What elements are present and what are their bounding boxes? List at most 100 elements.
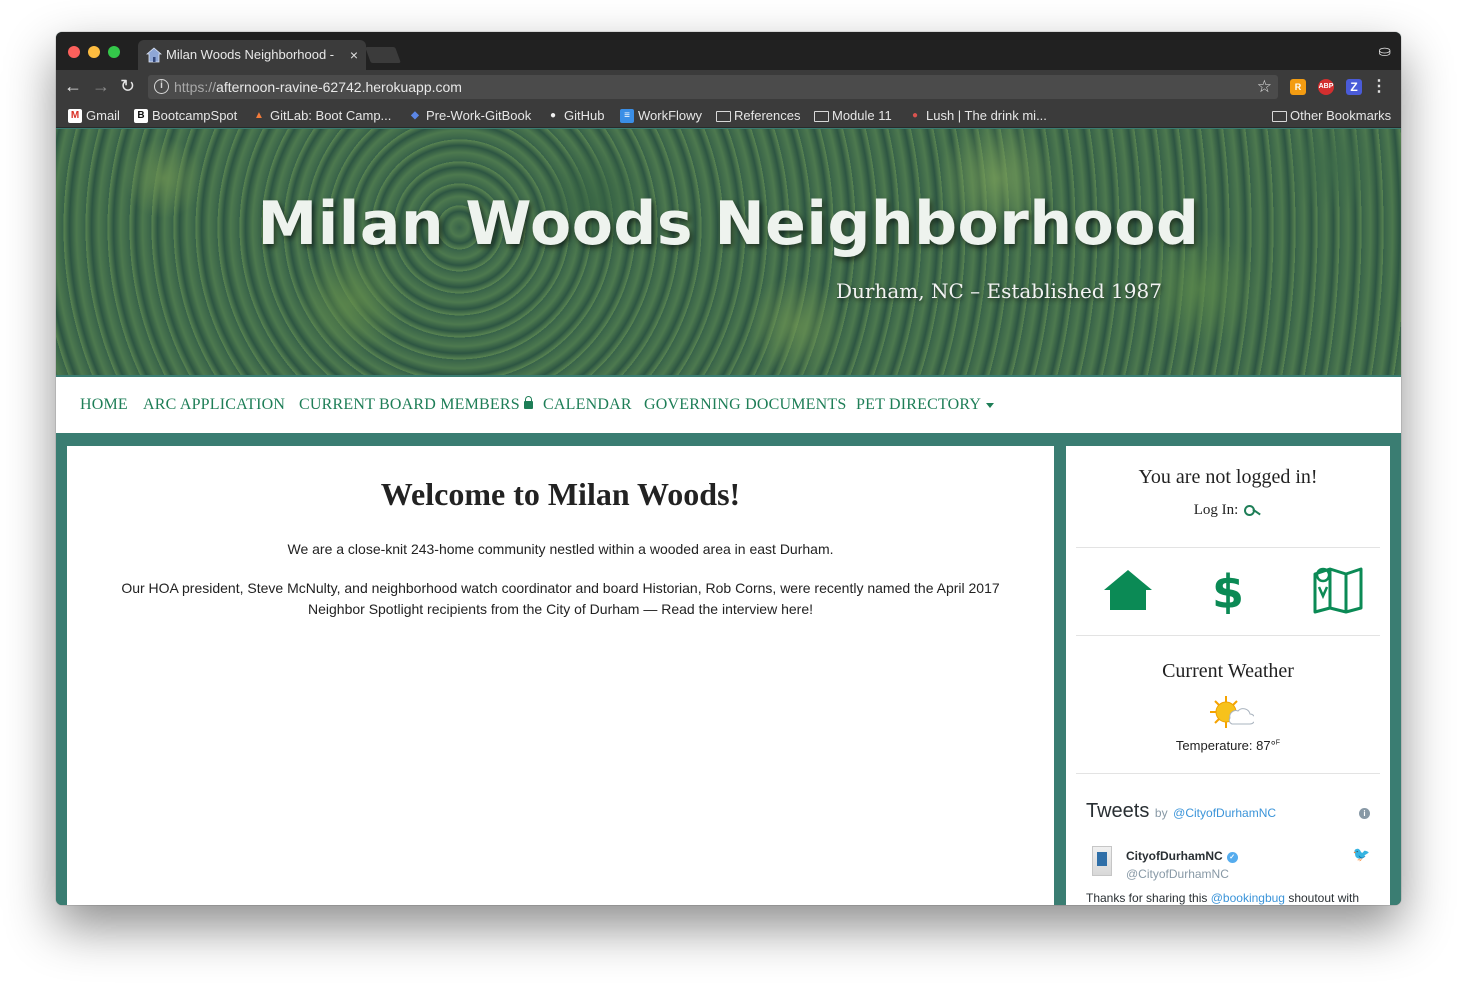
adblock-icon[interactable]: ABP (1318, 79, 1334, 95)
bookmark-other-bookmarks[interactable]: Other Bookmarks (1272, 108, 1391, 124)
bookmark-star-icon[interactable]: ☆ (1257, 75, 1272, 99)
login-label: Log In: (1193, 502, 1239, 518)
bookmarks-bar: M Gmail B BootcampSpot ▲ GitLab: Boot Camp.… (56, 104, 1401, 128)
bookmark-label: GitHub (564, 108, 605, 123)
folder-icon (1272, 111, 1287, 122)
maximize-window-button[interactable] (108, 46, 120, 58)
new-tab-button[interactable] (365, 47, 401, 63)
bookmark-workflowy[interactable]: ≡ WorkFlowy (620, 108, 702, 124)
tweet-author-handle[interactable]: @CityofDurhamNC (1126, 867, 1229, 881)
tab-close-icon[interactable]: × (350, 40, 358, 70)
gitbook-icon: ◆ (411, 110, 419, 121)
site-subtitle: Durham, NC – Established 1987 (836, 279, 1162, 303)
folder-icon (716, 111, 731, 122)
temperature-unit: F (1275, 739, 1281, 747)
bookmark-github[interactable]: ● GitHub (546, 108, 605, 124)
extension-z-icon[interactable]: Z (1346, 79, 1362, 95)
divider (1076, 547, 1380, 548)
bookmark-gitbook[interactable]: ◆ Pre-Work-GitBook (408, 108, 531, 124)
tweets-title: Tweets (1086, 800, 1150, 822)
bookmark-label: Pre-Work-GitBook (426, 108, 532, 123)
url-host: afternoon-ravine-62742.herokuapp.com (216, 79, 462, 95)
profile-icon[interactable]: ⛀ (1378, 42, 1391, 60)
main-nav: HOME ARC APPLICATION CURRENT BOARD MEMBE… (56, 375, 1401, 433)
nav-pet-directory[interactable]: PET DIRECTORY (856, 396, 995, 414)
nav-label: CURRENT BOARD MEMBERS (299, 396, 520, 413)
tweet-author-name: CityofDurhamNC (1126, 849, 1223, 863)
tweets-header: Tweets by @CityofDurhamNC (1086, 800, 1276, 823)
back-arrow-icon[interactable]: ← (64, 76, 82, 96)
github-icon: ● (549, 110, 557, 121)
map-icon[interactable] (1312, 566, 1364, 614)
nav-calendar[interactable]: CALENDAR (543, 396, 632, 414)
divider (1076, 635, 1380, 636)
web-page: Milan Woods Neighborhood Durham, NC – Es… (56, 129, 1401, 905)
nav-home[interactable]: HOME (80, 396, 128, 414)
bookmark-module-11[interactable]: Module 11 (814, 108, 892, 124)
main-content: Welcome to Milan Woods! We are a close-k… (67, 446, 1054, 905)
weather-title: Current Weather (1162, 660, 1294, 682)
reload-icon[interactable]: ↻ (120, 76, 135, 96)
tab-strip: Milan Woods Neighborhood - × ⛀ (56, 32, 1401, 70)
tab-title: Milan Woods Neighborhood - (166, 47, 335, 62)
workflowy-icon: ≡ (620, 109, 634, 123)
forward-arrow-icon[interactable]: → (92, 76, 110, 96)
info-icon[interactable]: i (1359, 808, 1370, 819)
lock-icon (523, 396, 533, 409)
tweet-text-suffix: shoutout with (1284, 891, 1360, 905)
bookmark-references[interactable]: References (716, 108, 800, 124)
nav-current-board-members[interactable]: CURRENT BOARD MEMBERS (299, 396, 533, 414)
browser-tab-active[interactable]: Milan Woods Neighborhood - × (138, 40, 366, 70)
bookmark-label: WorkFlowy (638, 108, 703, 123)
page-heading: Welcome to Milan Woods! (380, 476, 741, 512)
extension-r-icon[interactable]: R (1290, 79, 1306, 95)
verified-icon: ✓ (1226, 852, 1238, 863)
temperature-value: Temperature: 87° (1175, 738, 1276, 753)
bookmark-label: BootcampSpot (152, 108, 238, 123)
svg-text:$: $ (1212, 566, 1244, 614)
lush-icon: ● (911, 110, 919, 121)
nav-governing-documents[interactable]: GOVERNING DOCUMENTS (644, 396, 846, 414)
hero-banner: Milan Woods Neighborhood Durham, NC – Es… (56, 129, 1401, 375)
temperature: Temperature: 87°F (1066, 738, 1390, 753)
partly-sunny-icon (1210, 696, 1254, 728)
tweet-author[interactable]: CityofDurhamNC ✓ (1126, 849, 1238, 863)
bookmark-label: Gmail (86, 108, 120, 123)
tweets-handle-link[interactable]: @CityofDurhamNC (1173, 806, 1276, 820)
bookmark-label: Other Bookmarks (1290, 108, 1392, 123)
bookmark-label: Lush | The drink mi... (926, 108, 1047, 123)
tweet-text: Thanks for sharing this @bookingbug shou… (1086, 891, 1359, 905)
bookmark-gitlab[interactable]: ▲ GitLab: Boot Camp... (252, 108, 391, 124)
bookmark-gmail[interactable]: M Gmail (68, 108, 120, 124)
bootcampspot-icon: B (134, 109, 148, 123)
bookmark-label: References (734, 108, 801, 123)
house-favicon-icon (146, 47, 162, 63)
caret-down-icon (986, 402, 995, 408)
gmail-icon: M (68, 109, 82, 123)
address-bar[interactable]: i https://afternoon-ravine-62742.herokua… (148, 75, 1278, 99)
sidebar: You are not logged in! Log In: $ Current… (1066, 446, 1390, 905)
login-link[interactable]: Log In: (1066, 502, 1390, 519)
twitter-bird-icon[interactable]: 🐦 (1353, 846, 1370, 863)
tweet-avatar[interactable] (1092, 846, 1112, 876)
bookmark-label: GitLab: Boot Camp... (270, 108, 392, 123)
bookmark-bootcampspot[interactable]: B BootcampSpot (134, 108, 237, 124)
site-title: Milan Woods Neighborhood (257, 189, 1200, 259)
bookmark-lush[interactable]: ● Lush | The drink mi... (908, 108, 1047, 124)
dollar-icon[interactable]: $ (1202, 566, 1254, 614)
bookmark-label: Module 11 (832, 108, 892, 123)
close-window-button[interactable] (68, 46, 80, 58)
spotlight-paragraph: Our HOA president, Steve McNulty, and ne… (121, 580, 1000, 617)
key-icon[interactable] (1244, 504, 1262, 517)
url-scheme: https:// (174, 79, 217, 95)
browser-window: Milan Woods Neighborhood - × ⛀ ← → ↻ i h… (56, 32, 1401, 905)
home-icon[interactable] (1102, 566, 1154, 614)
nav-arc-application[interactable]: ARC APPLICATION (143, 396, 285, 414)
login-status: You are not logged in! (1138, 466, 1318, 488)
minimize-window-button[interactable] (88, 46, 100, 58)
site-info-icon[interactable]: i (154, 79, 169, 94)
browser-menu-icon[interactable]: ⋮ (1371, 76, 1387, 96)
tweet-text-prefix: Thanks for sharing this (1086, 891, 1211, 905)
tweet-mention-link[interactable]: @bookingbug (1211, 891, 1285, 905)
intro-paragraph: We are a close-knit 243-home community n… (287, 541, 834, 557)
